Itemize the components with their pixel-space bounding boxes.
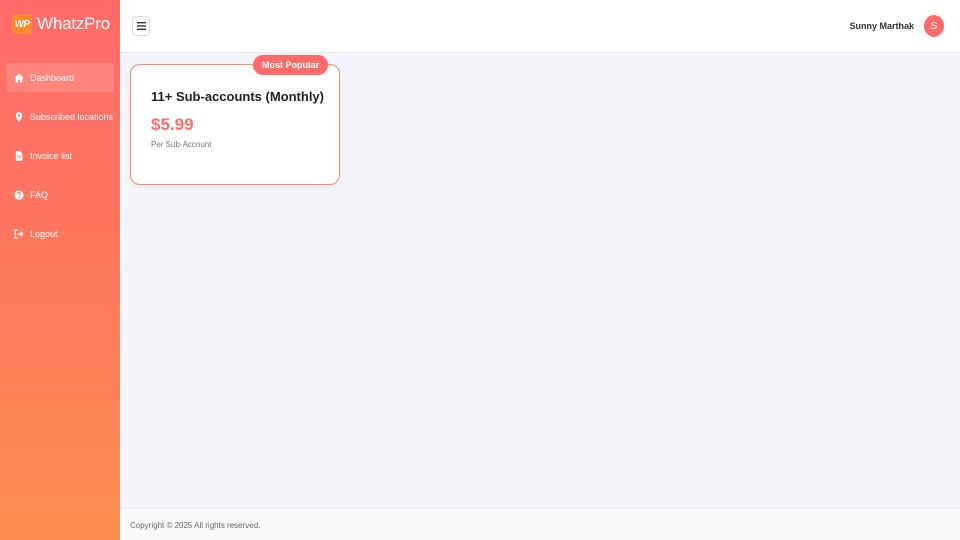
- plan-card[interactable]: Most Popular 11+ Sub-accounts (Monthly) …: [130, 55, 340, 185]
- menu-toggle-button[interactable]: [132, 16, 150, 36]
- map-pin-icon: [14, 111, 24, 122]
- sidebar-item-label: Subscribed locations: [30, 111, 114, 122]
- sidebar-item-subscribed-locations[interactable]: Subscribed locations: [6, 102, 114, 131]
- sidebar-item-label: FAQ: [30, 189, 49, 200]
- sidebar-item-logout[interactable]: Logout: [6, 219, 114, 248]
- copyright-text: Copyright © 2025 All rights reserved.: [130, 521, 261, 530]
- top-bar: Sunny Marthak S: [120, 0, 960, 53]
- brand[interactable]: WP WhatzPro: [12, 13, 110, 35]
- sidebar-item-invoice-list[interactable]: Invoice list: [6, 141, 114, 170]
- home-icon: [14, 73, 24, 83]
- logout-icon: [14, 228, 24, 239]
- plan-price: $5.99: [151, 115, 194, 134]
- sidebar-item-label: Logout: [30, 228, 58, 239]
- sidebar: WP WhatzPro Dashboard Subscribed locatio…: [0, 0, 120, 540]
- brand-logo-icon: WP: [12, 14, 32, 34]
- footer: Copyright © 2025 All rights reserved.: [120, 508, 960, 540]
- file-icon: [14, 150, 24, 161]
- plan-unit: Per Sub-Account: [151, 140, 212, 149]
- sidebar-item-faq[interactable]: FAQ: [6, 180, 114, 209]
- avatar[interactable]: S: [924, 15, 944, 37]
- most-popular-badge: Most Popular: [253, 55, 328, 75]
- hamburger-icon: [136, 22, 146, 30]
- plan-title: 11+ Sub-accounts (Monthly): [151, 89, 324, 104]
- sidebar-item-label: Invoice list: [30, 150, 73, 161]
- question-circle-icon: [14, 189, 24, 200]
- brand-name: WhatzPro: [37, 14, 111, 33]
- user-name[interactable]: Sunny Marthak: [849, 21, 914, 31]
- sidebar-item-label: Dashboard: [30, 72, 75, 83]
- sidebar-nav: Dashboard Subscribed locations Invoice l…: [6, 63, 114, 258]
- sidebar-item-dashboard[interactable]: Dashboard: [6, 63, 114, 92]
